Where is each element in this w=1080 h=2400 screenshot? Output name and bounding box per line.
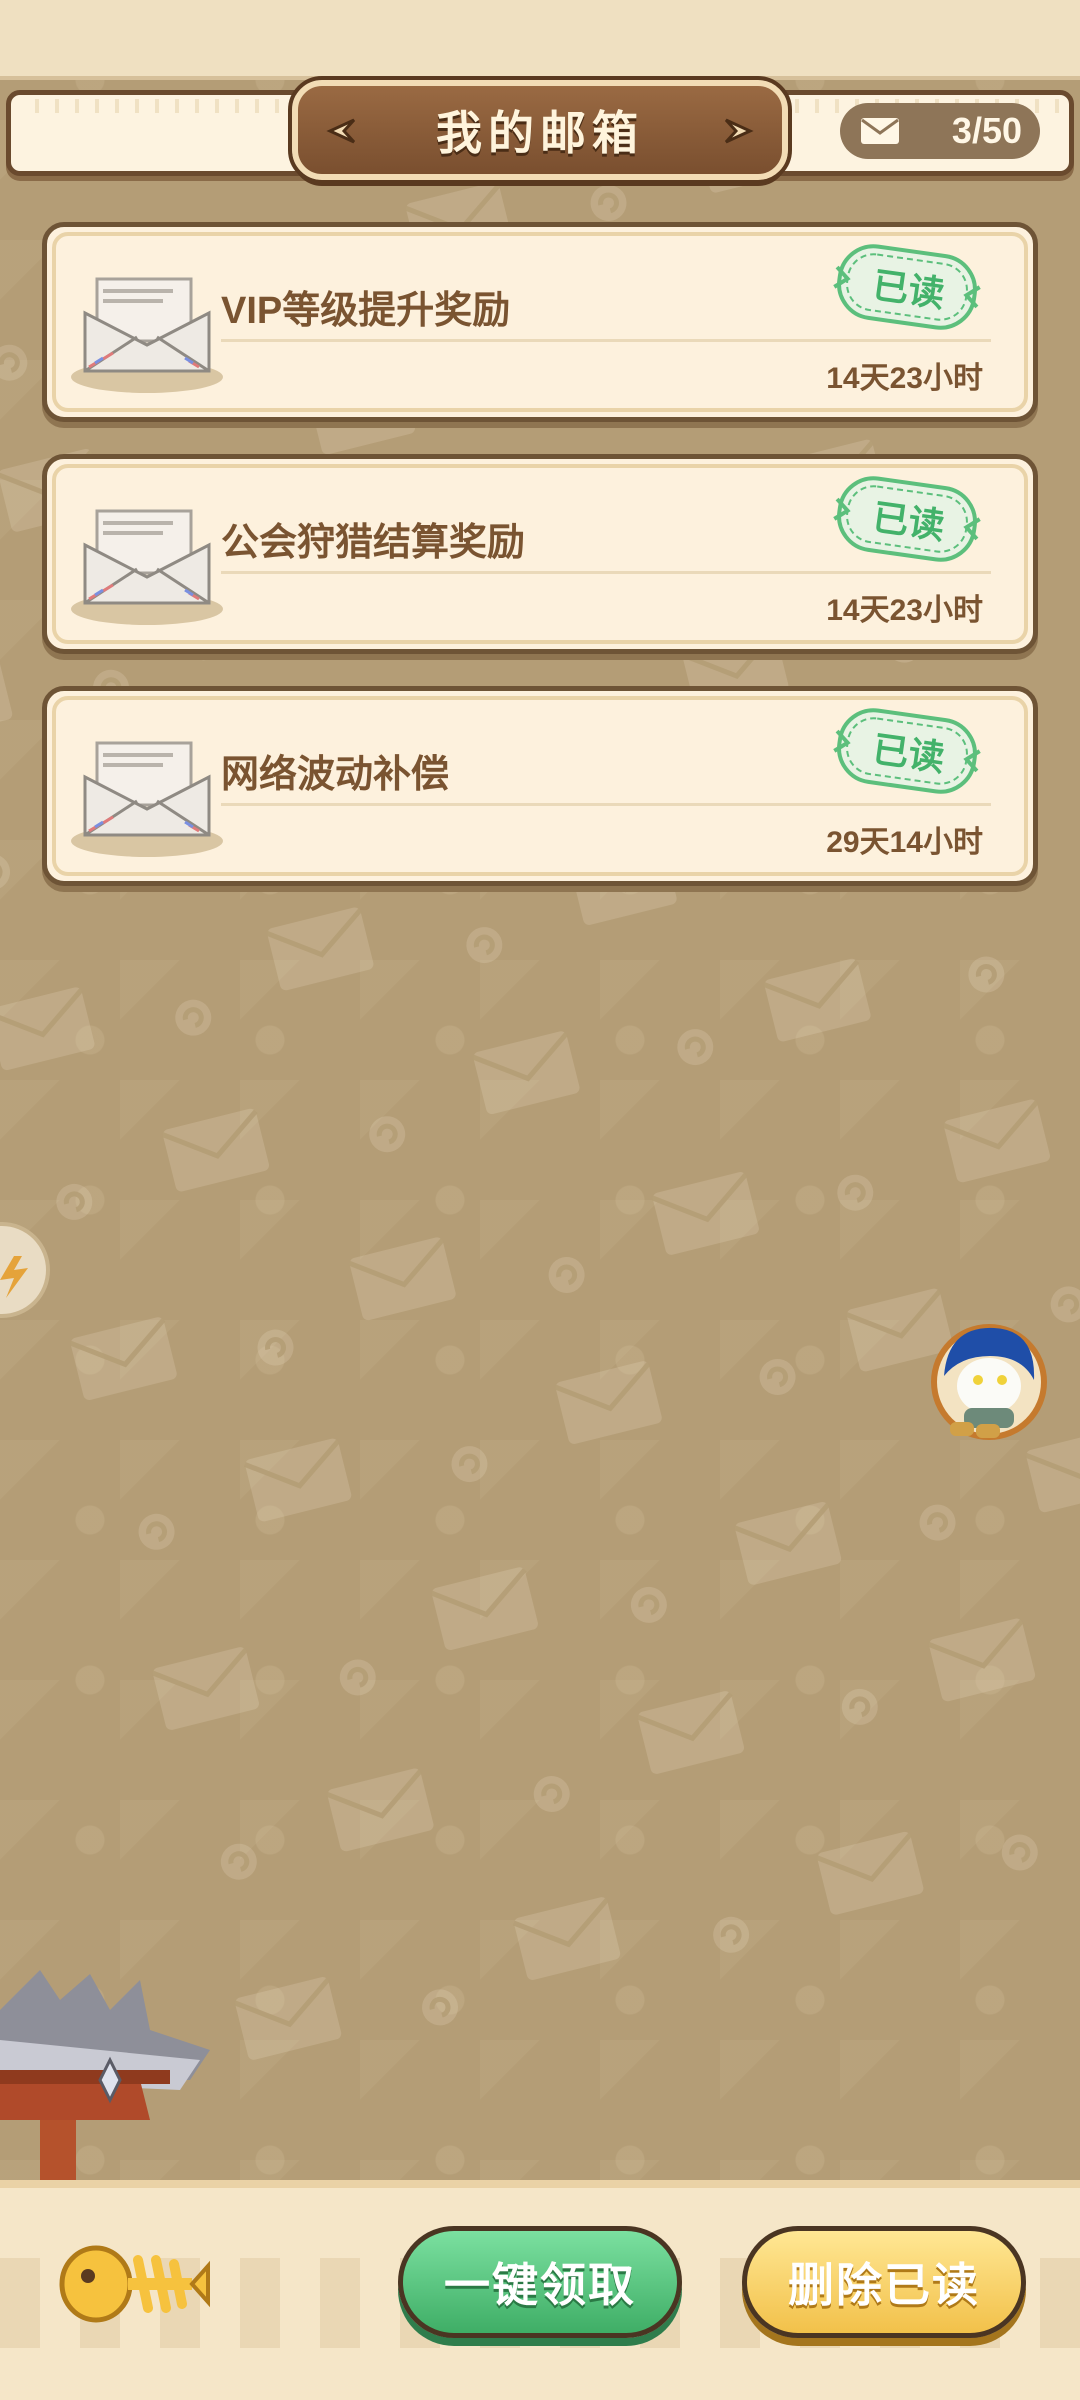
- read-status: 已读: [870, 264, 948, 315]
- mail-title: 网络波动补偿: [221, 754, 450, 796]
- claim-all-button[interactable]: 一键领取: [398, 2226, 682, 2338]
- lightning-icon: [0, 1256, 28, 1298]
- mail-title: VIP等级提升奖励: [221, 290, 511, 332]
- open-envelope-icon: [71, 741, 223, 857]
- top-decorative-band: [0, 0, 1080, 80]
- mail-divider: [221, 571, 991, 574]
- mail-item[interactable]: VIP等级提升奖励 已读 14天23小时: [42, 222, 1038, 422]
- mail-counter: 3/50: [840, 103, 1040, 159]
- delete-read-button[interactable]: 删除已读: [742, 2226, 1026, 2338]
- mail-divider: [221, 339, 991, 342]
- mail-item[interactable]: 公会狩猎结算奖励 已读 14天23小时: [42, 454, 1038, 654]
- time-remaining: 14天23小时: [826, 362, 983, 395]
- mail-count: 3/50: [951, 110, 1022, 151]
- envelope-icon: [861, 118, 899, 144]
- fishbone-icon[interactable]: [52, 2230, 212, 2340]
- read-status: 已读: [870, 728, 948, 779]
- mail-title: 公会狩猎结算奖励: [221, 522, 526, 564]
- read-status: 已读: [870, 496, 948, 547]
- swirl-left-icon: [326, 118, 356, 144]
- mailbox-decoration: [0, 1970, 210, 2190]
- time-remaining: 14天23小时: [826, 594, 983, 627]
- time-remaining: 29天14小时: [826, 826, 983, 859]
- title-plate: 我的邮箱: [288, 76, 792, 184]
- swirl-right-icon: [724, 118, 754, 144]
- open-envelope-icon: [71, 277, 223, 393]
- character-avatar[interactable]: [926, 1316, 1052, 1452]
- mail-divider: [221, 803, 991, 806]
- open-envelope-icon: [71, 509, 223, 625]
- side-drawer-tab[interactable]: [0, 1222, 50, 1318]
- page-title: 我的邮箱: [436, 107, 644, 159]
- mail-item[interactable]: 网络波动补偿 已读 29天14小时: [42, 686, 1038, 886]
